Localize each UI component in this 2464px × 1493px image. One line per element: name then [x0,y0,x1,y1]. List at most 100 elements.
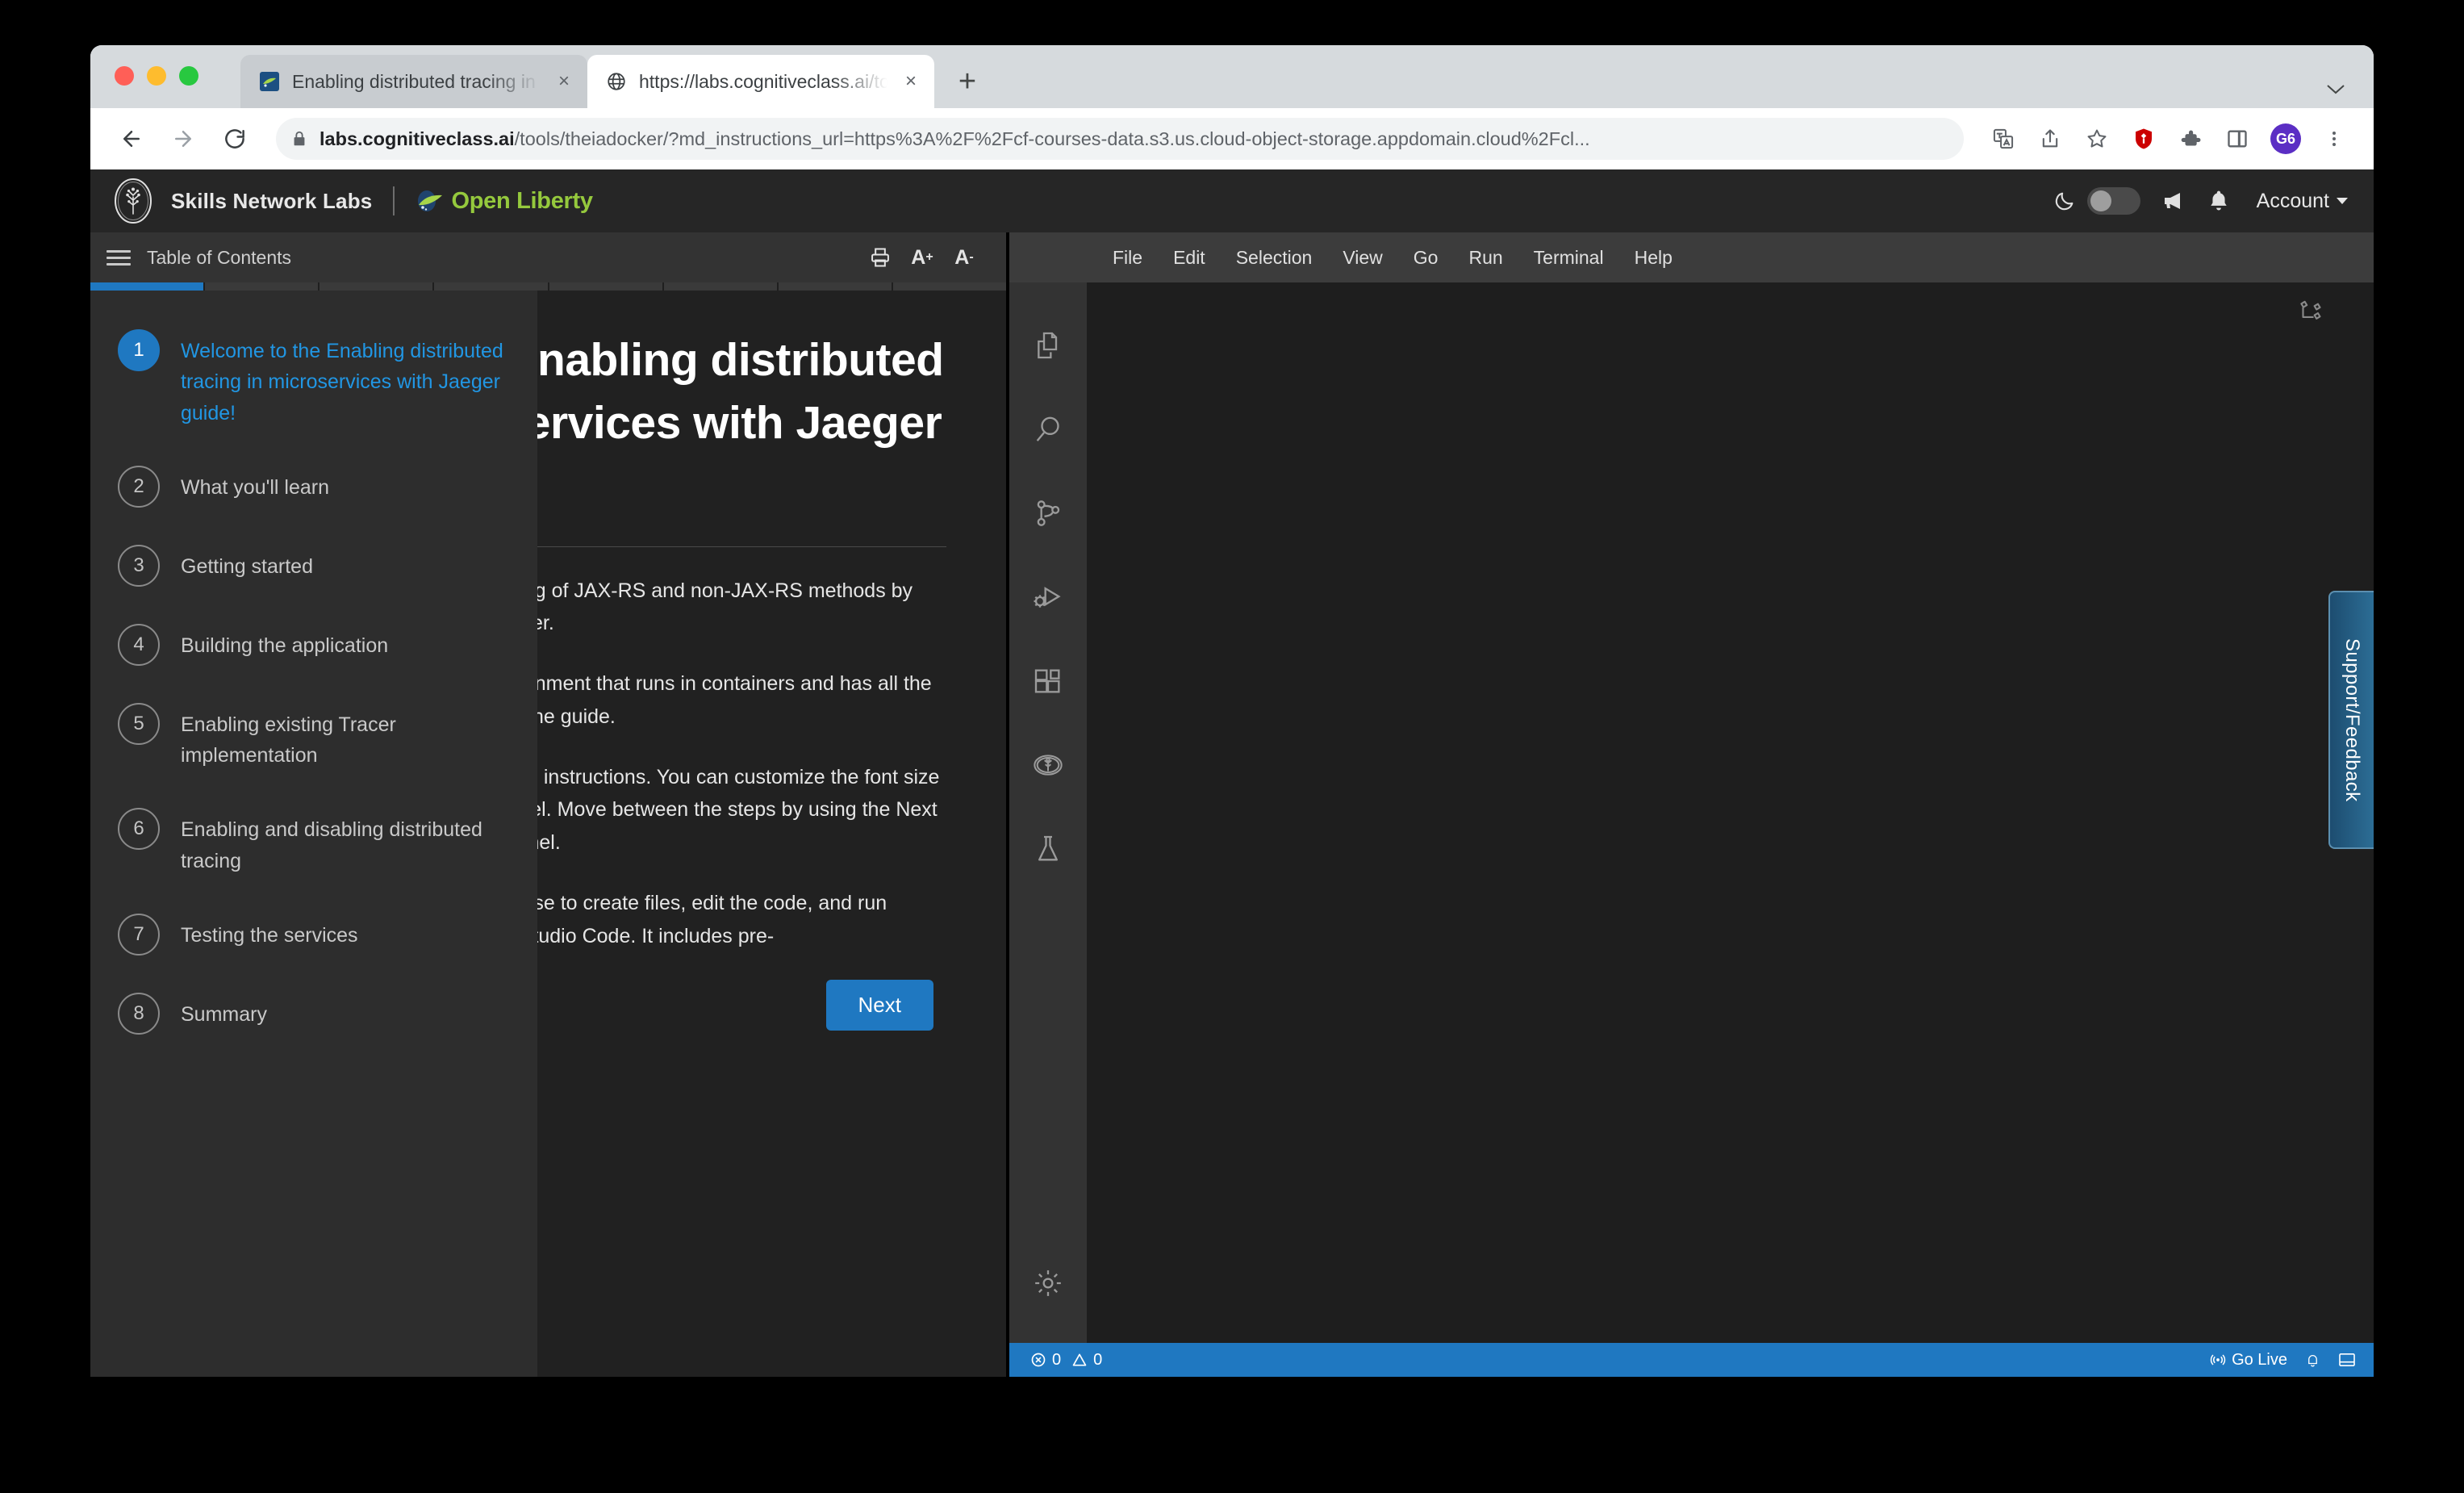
font-increase-button[interactable]: A + [901,239,943,276]
open-liberty-logo: Open Liberty [416,188,593,215]
address-bar-text: labs.cognitiveclass.ai/tools/theiadocker… [319,128,1590,150]
workspace-split: Table of Contents A + A- Enabling distri… [90,232,2374,1377]
font-increase-sup: + [925,250,933,264]
error-count: 0 [1052,1350,1062,1369]
toc-item-number: 3 [118,544,160,587]
browser-tabstrip: Enabling distributed tracing in microser… [90,45,2374,108]
support-feedback-tab[interactable]: Support/Feedback [2328,591,2374,849]
go-live-label: Go Live [2232,1350,2287,1369]
toc-item-number: 8 [118,992,160,1035]
progress-segment [663,282,779,291]
chevron-down-icon [2337,198,2348,204]
bookmark-star-icon[interactable] [2077,119,2117,159]
translate-icon[interactable] [1983,119,2023,159]
print-icon[interactable] [859,239,901,276]
skills-network-header: Skills Network Labs Open Liberty Account [90,169,2374,232]
run-debug-icon[interactable] [1009,555,1087,639]
notifications-bell-icon[interactable] [2299,1343,2327,1377]
ide-menu-help[interactable]: Help [1635,247,1673,269]
ide-statusbar: 0 0 Go Live [1009,1343,2374,1377]
ide-menu-edit[interactable]: Edit [1173,247,1205,269]
toc-item-1[interactable]: 1 Welcome to the Enabling distributed tra… [118,329,510,429]
ide-menu-terminal[interactable]: Terminal [1534,247,1604,269]
skills-network-icon[interactable] [1009,723,1087,807]
new-tab-button[interactable]: + [946,60,989,103]
toc-item-number: 6 [118,808,160,851]
ide-editor-area[interactable] [1087,282,2341,1343]
explorer-icon[interactable] [1009,303,1087,387]
progress-segment [434,282,549,291]
go-live-button[interactable]: Go Live [2203,1343,2294,1377]
font-decrease-label: A [954,245,970,269]
bell-icon[interactable] [2208,190,2229,212]
url-path: /tools/theiadocker/?md_instructions_url=… [514,128,1590,149]
close-icon[interactable]: × [899,69,923,94]
toc-item-5[interactable]: 5 Enabling existing Tracer implementation [118,702,510,772]
share-icon[interactable] [2030,119,2070,159]
window-traffic-lights [115,66,198,86]
ide-menu-run[interactable]: Run [1468,247,1502,269]
toc-item-label: Getting started [181,554,313,578]
extensions-icon[interactable] [1009,639,1087,723]
toc-item-7[interactable]: 7 Testing the services [118,913,510,956]
font-decrease-button[interactable]: A- [943,239,985,276]
toc-item-number: 2 [118,465,160,508]
toc-item-3[interactable]: 3 Getting started [118,544,510,587]
browser-tab-2[interactable]: https://labs.cognitiveclass.ai/tools/the… [587,55,934,108]
close-icon[interactable]: × [552,69,576,94]
next-button[interactable]: Next [825,980,933,1031]
ide-menubar: File Edit Selection View Go Run Terminal Help [1009,232,2374,282]
problems-status[interactable]: 0 0 [1024,1343,1109,1377]
toc-title: Table of Contents [147,246,292,268]
split-editor-layout-icon[interactable] [2296,299,2324,326]
browser-menu-icon[interactable] [2314,119,2354,159]
font-increase-label: A [911,245,926,269]
toc-item-2[interactable]: 2 What you'll learn [118,465,510,508]
browser-tab-1[interactable]: Enabling distributed tracing in microser… [240,55,587,108]
minimize-window-button[interactable] [147,66,166,86]
ide-menu-selection[interactable]: Selection [1236,247,1313,269]
progress-segment [90,282,206,291]
progress-segment [892,282,1006,291]
font-decrease-sup: - [969,250,974,264]
toc-item-label: Testing the services [181,923,358,947]
warning-count: 0 [1093,1350,1103,1369]
address-bar[interactable]: labs.cognitiveclass.ai/tools/theiadocker… [276,118,1964,160]
extensions-puzzle-icon[interactable] [2170,119,2211,159]
skills-network-tree-logo-icon[interactable] [108,176,158,226]
browser-toolbar-icons: G6 [1983,119,2354,159]
toc-item-label: Enabling and disabling distributed traci… [181,818,482,872]
chevron-down-icon[interactable] [2325,82,2346,95]
ide-menu-go[interactable]: Go [1414,247,1439,269]
reload-button[interactable] [213,117,257,161]
forward-button[interactable] [161,117,205,161]
side-panel-icon[interactable] [2217,119,2257,159]
flask-icon[interactable] [1009,807,1087,891]
panel-layout-icon[interactable] [2332,1343,2362,1377]
instructions-content: Welcome to the Enabling distributed trac… [90,291,1006,1377]
account-label: Account [2256,189,2329,212]
support-feedback-label: Support/Feedback [2341,638,2363,802]
maximize-window-button[interactable] [179,66,198,86]
back-button[interactable] [110,117,153,161]
source-control-icon[interactable] [1009,471,1087,555]
toc-item-8[interactable]: 8 Summary [118,992,510,1035]
dark-mode-toggle[interactable] [2086,187,2140,215]
ide-menu-view[interactable]: View [1343,247,1382,269]
search-icon[interactable] [1009,387,1087,471]
close-window-button[interactable] [115,66,134,86]
toc-item-6[interactable]: 6 Enabling and disabling distributed trac… [118,808,510,876]
account-menu-button[interactable]: Account [2257,190,2348,213]
profile-avatar[interactable]: G6 [2270,123,2301,154]
instructions-panel: Table of Contents A + A- Enabling distri… [90,232,1006,1377]
settings-gear-icon[interactable] [1009,1241,1087,1325]
open-liberty-mark-icon [416,189,445,213]
toc-hamburger-icon[interactable] [106,249,131,266]
moon-icon [2053,190,2076,212]
shield-extension-icon[interactable] [2124,119,2164,159]
toc-item-number: 5 [118,702,160,745]
ide-menu-file[interactable]: File [1113,247,1142,269]
browser-tab-2-title: https://labs.cognitiveclass.ai/tools/the… [639,70,887,92]
megaphone-icon[interactable] [2161,190,2187,212]
toc-item-4[interactable]: 4 Building the application [118,623,510,666]
